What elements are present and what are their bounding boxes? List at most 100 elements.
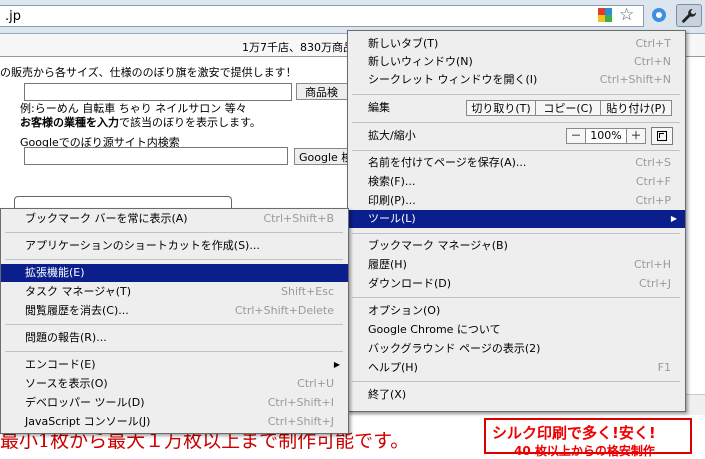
menu-label: エンコード(E) bbox=[25, 358, 96, 371]
wrench-menu: 新しいタブ(T) Ctrl+T 新しいウィンドウ(N) Ctrl+N シークレット … bbox=[347, 30, 686, 412]
tools-submenu: ブックマーク バーを常に表示(A) Ctrl+Shift+B アプリケーションのシ… bbox=[0, 208, 349, 434]
zoom-level: 100% bbox=[585, 128, 627, 144]
menu-incognito[interactable]: シークレット ウィンドウを開く(I) Ctrl+Shift+N bbox=[348, 71, 685, 89]
stats-text: 1万7千店、830万商品 bbox=[242, 41, 354, 54]
menu-label: 閲覧履歴を消去(C)... bbox=[25, 304, 129, 317]
menu-shortcut: Ctrl+Shift+N bbox=[599, 73, 671, 86]
banner-line2: 40 枚以上からの格安制作 bbox=[514, 444, 655, 458]
menu-label: 問題の報告(R)... bbox=[25, 331, 107, 344]
menu-label: ダウンロード(D) bbox=[368, 277, 452, 290]
menu-shortcut: Ctrl+T bbox=[635, 37, 671, 50]
menu-label: アプリケーションのショートカットを作成(S)... bbox=[25, 239, 260, 252]
menu-label: Google Chrome について bbox=[368, 323, 501, 336]
menu-shortcut: Ctrl+Shift+B bbox=[263, 212, 334, 225]
copy-button[interactable]: コピー(C) bbox=[535, 100, 601, 116]
submenu-always-show-bookmarks[interactable]: ブックマーク バーを常に表示(A) Ctrl+Shift+B bbox=[1, 210, 348, 228]
cut-button[interactable]: 切り取り(T) bbox=[466, 100, 536, 116]
menu-about[interactable]: Google Chrome について bbox=[348, 321, 685, 339]
menu-separator bbox=[5, 232, 343, 233]
menu-shortcut: Shift+Esc bbox=[281, 285, 334, 298]
paste-button[interactable]: 貼り付け(P) bbox=[600, 100, 672, 116]
menu-shortcut: Ctrl+Shift+I bbox=[267, 396, 334, 409]
menu-tools[interactable]: ツール(L) ▶ bbox=[348, 210, 685, 228]
menu-find[interactable]: 検索(F)... Ctrl+F bbox=[348, 173, 685, 191]
menu-separator bbox=[352, 122, 680, 123]
menu-shortcut: Ctrl+Shift+Delete bbox=[234, 304, 334, 317]
menu-label: 検索(F)... bbox=[368, 175, 416, 188]
menu-label: 名前を付けてページを保存(A)... bbox=[368, 156, 527, 169]
submenu-encoding[interactable]: エンコード(E) ▶ bbox=[1, 356, 348, 374]
google-search-input[interactable] bbox=[24, 147, 288, 165]
browser-toolbar: .jp ☆ bbox=[0, 0, 705, 34]
menu-label: 印刷(P)... bbox=[368, 194, 416, 207]
wrench-icon[interactable] bbox=[676, 4, 702, 27]
menu-shortcut: Ctrl+J bbox=[638, 277, 671, 290]
menu-shortcut: Ctrl+N bbox=[633, 55, 671, 68]
menu-label: 編集 bbox=[368, 101, 390, 114]
menu-label: 終了(X) bbox=[368, 388, 407, 401]
menu-label: ソースを表示(O) bbox=[25, 377, 108, 390]
zoom-out-button[interactable]: － bbox=[566, 128, 586, 144]
extension-icon[interactable] bbox=[650, 6, 668, 24]
menu-label: 新しいウィンドウ(N) bbox=[368, 55, 473, 68]
menu-shortcut: Ctrl+P bbox=[635, 194, 671, 207]
menu-separator bbox=[352, 297, 680, 298]
menu-bookmark-manager[interactable]: ブックマーク マネージャ(B) bbox=[348, 237, 685, 255]
menu-shortcut: Ctrl+F bbox=[635, 175, 671, 188]
submenu-developer-tools[interactable]: デベロッパー ツール(D) Ctrl+Shift+I bbox=[1, 394, 348, 412]
silk-print-banner[interactable]: シルク印刷で多く!安く! 40 枚以上からの格安制作 bbox=[484, 418, 692, 458]
menu-history[interactable]: 履歴(H) Ctrl+H bbox=[348, 256, 685, 274]
menu-label: 履歴(H) bbox=[368, 258, 407, 271]
submenu-report-issue[interactable]: 問題の報告(R)... bbox=[1, 329, 348, 347]
menu-separator bbox=[352, 233, 680, 234]
submenu-arrow-icon: ▶ bbox=[670, 214, 677, 223]
menu-label: タスク マネージャ(T) bbox=[25, 285, 132, 298]
star-icon[interactable]: ☆ bbox=[619, 5, 634, 25]
menu-separator bbox=[5, 324, 343, 325]
menu-new-window[interactable]: 新しいウィンドウ(N) Ctrl+N bbox=[348, 53, 685, 71]
instruction-text: お客様の業種を入力で該当のぼりを表示します。 bbox=[20, 114, 261, 130]
menu-shortcut: Ctrl+S bbox=[635, 156, 671, 169]
menu-downloads[interactable]: ダウンロード(D) Ctrl+J bbox=[348, 275, 685, 293]
menu-options[interactable]: オプション(O) bbox=[348, 302, 685, 320]
address-bar[interactable]: .jp bbox=[0, 5, 644, 27]
menu-separator bbox=[352, 381, 680, 382]
menu-help[interactable]: ヘルプ(H) F1 bbox=[348, 359, 685, 377]
menu-separator bbox=[5, 259, 343, 260]
page-action-icon[interactable] bbox=[598, 8, 612, 22]
address-bar-url[interactable]: .jp bbox=[5, 9, 21, 24]
menu-label: オプション(O) bbox=[368, 304, 441, 317]
fullscreen-icon[interactable] bbox=[651, 127, 673, 145]
product-search-input[interactable] bbox=[24, 83, 292, 101]
menu-label: 新しいタブ(T) bbox=[368, 37, 439, 50]
submenu-js-console[interactable]: JavaScript コンソール(J) Ctrl+Shift+J bbox=[1, 413, 348, 431]
submenu-clear-history[interactable]: 閲覧履歴を消去(C)... Ctrl+Shift+Delete bbox=[1, 302, 348, 320]
submenu-create-shortcuts[interactable]: アプリケーションのショートカットを作成(S)... bbox=[1, 237, 348, 255]
menu-zoom-row: 拡大/縮小 － 100% ＋ bbox=[348, 127, 685, 145]
instruction-bold: お客様の業種を入力 bbox=[20, 116, 119, 129]
menu-background-pages[interactable]: バックグラウンド ページの表示(2) bbox=[348, 340, 685, 358]
menu-label: 拡大/縮小 bbox=[368, 129, 416, 142]
google-search-button[interactable]: Google 検 bbox=[294, 148, 354, 165]
menu-shortcut: Ctrl+U bbox=[297, 377, 334, 390]
menu-label: ブックマーク マネージャ(B) bbox=[368, 239, 508, 252]
menu-save-as[interactable]: 名前を付けてページを保存(A)... Ctrl+S bbox=[348, 154, 685, 172]
zoom-in-button[interactable]: ＋ bbox=[626, 128, 646, 144]
menu-label: ツール(L) bbox=[368, 212, 416, 225]
page-description: の販売から各サイズ、仕様ののぼり旗を激安で提供します！ bbox=[0, 66, 297, 79]
menu-separator bbox=[352, 94, 680, 95]
menu-shortcut: Ctrl+H bbox=[633, 258, 671, 271]
menu-label: シークレット ウィンドウを開く(I) bbox=[368, 73, 538, 86]
menu-label: デベロッパー ツール(D) bbox=[25, 396, 145, 409]
menu-separator bbox=[5, 351, 343, 352]
menu-label: 拡張機能(E) bbox=[25, 266, 85, 279]
menu-label: バックグラウンド ページの表示(2) bbox=[368, 342, 541, 355]
submenu-view-source[interactable]: ソースを表示(O) Ctrl+U bbox=[1, 375, 348, 393]
menu-print[interactable]: 印刷(P)... Ctrl+P bbox=[348, 192, 685, 210]
submenu-task-manager[interactable]: タスク マネージャ(T) Shift+Esc bbox=[1, 283, 348, 301]
menu-shortcut: F1 bbox=[657, 361, 671, 374]
submenu-extensions[interactable]: 拡張機能(E) bbox=[1, 264, 348, 282]
menu-exit[interactable]: 終了(X) bbox=[348, 386, 685, 404]
instruction-rest: で該当のぼりを表示します。 bbox=[119, 116, 261, 129]
menu-new-tab[interactable]: 新しいタブ(T) Ctrl+T bbox=[348, 35, 685, 53]
